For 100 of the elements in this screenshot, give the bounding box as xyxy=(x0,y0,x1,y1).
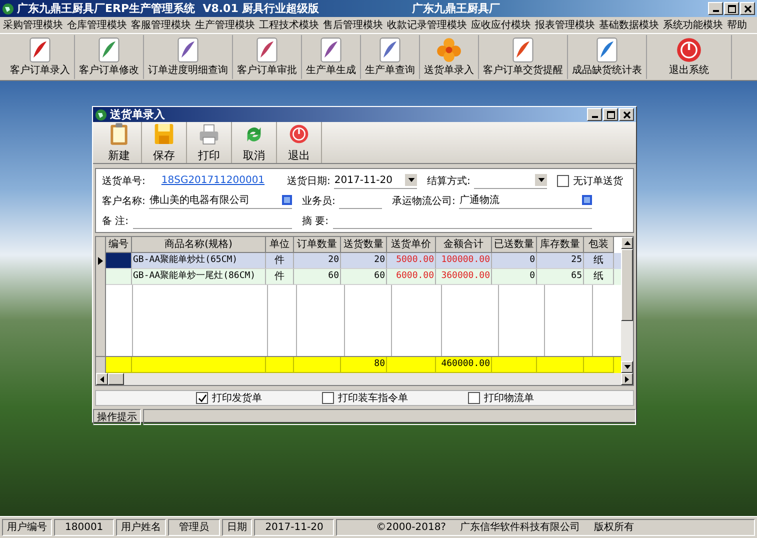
column-header[interactable]: 商品名称(规格) xyxy=(132,237,266,253)
column-header[interactable]: 单位 xyxy=(266,237,294,253)
power-icon xyxy=(289,122,309,146)
close-icon xyxy=(622,110,630,118)
globe-icon xyxy=(95,108,107,120)
down-arrow-icon[interactable] xyxy=(624,365,630,369)
document-icon xyxy=(594,37,620,63)
table-row[interactable]: GB-AA聚能单炒灶(65CM) 件 20 20 5000.00 100000.00 0 25 纸 xyxy=(96,253,621,269)
lookup-field[interactable]: 广通物流 xyxy=(459,192,592,208)
lookup-icon xyxy=(282,195,292,205)
close-button[interactable] xyxy=(740,2,755,15)
menu-item[interactable]: 生产管理模块 xyxy=(195,18,255,32)
table-cell xyxy=(106,269,132,285)
menu-item[interactable]: 售后管理模块 xyxy=(323,18,383,32)
field-label: 承运物流公司: xyxy=(392,194,456,208)
field-label: 送货日期: xyxy=(287,174,330,188)
column-header[interactable]: 订单数量 xyxy=(294,237,341,253)
order-number-link[interactable]: 18SG201711200001 xyxy=(161,175,265,186)
document-icon xyxy=(27,37,53,63)
table-cell: 纸 xyxy=(584,269,614,285)
menu-item[interactable]: 工程技术模块 xyxy=(259,18,319,32)
menu-item[interactable]: 基础数据模块 xyxy=(599,18,659,32)
toolbar-button[interactable]: 退出 xyxy=(277,122,322,163)
table-cell: 0 xyxy=(492,269,537,285)
minimize-icon xyxy=(712,10,718,12)
right-arrow-icon[interactable] xyxy=(625,376,629,382)
minimize-button[interactable] xyxy=(708,2,723,15)
checkbox-label: 打印发货单 xyxy=(212,392,262,405)
toolbar-button[interactable]: 打印 xyxy=(187,122,232,163)
up-arrow-icon[interactable] xyxy=(624,241,630,245)
document-icon xyxy=(318,37,344,63)
status-label: 用户姓名 xyxy=(116,519,166,536)
menu-item[interactable]: 系统功能模块 xyxy=(663,18,723,32)
checkbox-label: 打印物流单 xyxy=(484,392,534,405)
lookup-field[interactable]: 佛山美的电器有限公司 xyxy=(149,192,292,208)
table-cell: 360000.00 xyxy=(436,269,492,285)
hint-label: 操作提示 xyxy=(93,409,141,425)
status-text: 版权所有 xyxy=(594,520,634,535)
document-icon xyxy=(96,37,122,63)
menu-item[interactable]: 帮助 xyxy=(727,18,747,32)
column-header[interactable]: 已送数量 xyxy=(492,237,537,253)
column-header[interactable]: 库存数量 xyxy=(537,237,584,253)
lookup-icon xyxy=(582,195,592,205)
toolbar-button[interactable]: 保存 xyxy=(142,122,187,163)
document-icon xyxy=(377,37,403,63)
left-arrow-icon[interactable] xyxy=(100,376,104,382)
status-text: ©2000-2018? xyxy=(376,521,446,535)
table-cell: GB-AA聚能单炒一尾灶(86CM) xyxy=(132,269,266,285)
window-title: 广东九鼎王厨具厂ERP生产管理系统 V8.01 厨具行业超级版 xyxy=(17,1,320,16)
document-icon xyxy=(254,37,280,63)
minimize-button[interactable] xyxy=(587,108,602,121)
maximize-button[interactable] xyxy=(603,108,618,121)
menu-item[interactable]: 客服管理模块 xyxy=(131,18,191,32)
checkbox[interactable] xyxy=(557,174,569,186)
column-header[interactable]: 包装 xyxy=(584,237,614,253)
checkbox[interactable] xyxy=(196,392,208,404)
vertical-scrollbar[interactable] xyxy=(621,237,633,373)
field-label: 结算方式: xyxy=(427,174,470,188)
table-cell: 65 xyxy=(537,269,584,285)
table-row[interactable]: GB-AA聚能单炒一尾灶(86CM) 件 60 60 6000.00 360000.00 0 65 纸 xyxy=(96,269,621,285)
document-icon xyxy=(510,37,536,63)
dropdown-field[interactable] xyxy=(474,172,547,188)
globe-icon xyxy=(2,2,14,14)
menu-item[interactable]: 仓库管理模块 xyxy=(67,18,127,32)
field-label: 业务员: xyxy=(302,194,336,208)
power-icon xyxy=(676,37,702,63)
status-text: 广东信华软件科技有限公司 xyxy=(460,520,580,535)
dropdown-field[interactable]: 2017-11-20 xyxy=(334,172,417,188)
checkbox-label: 打印装车指令单 xyxy=(338,392,408,405)
minimize-icon xyxy=(592,116,598,118)
company-name: 广东九鼎王厨具厂 xyxy=(412,1,500,16)
table-cell: 6000.00 xyxy=(387,269,436,285)
checkbox-label: 无订单送货 xyxy=(573,174,623,188)
close-button[interactable] xyxy=(619,108,634,121)
toolbar-button[interactable]: 新建 xyxy=(97,122,142,163)
maximize-button[interactable] xyxy=(724,2,739,15)
menu-item[interactable]: 采购管理模块 xyxy=(3,18,63,32)
column-header[interactable]: 送货数量 xyxy=(341,237,387,253)
dialog-title: 送货单录入 xyxy=(110,107,165,122)
checkbox[interactable] xyxy=(322,392,334,404)
close-icon xyxy=(744,4,752,12)
caret-icon xyxy=(538,178,544,182)
maximize-icon xyxy=(728,4,736,12)
field-label: 送货单号: xyxy=(102,174,146,188)
document-icon xyxy=(175,37,201,63)
table-cell: 60 xyxy=(294,269,341,285)
table-cell: 件 xyxy=(266,269,294,285)
table-cell xyxy=(106,253,132,269)
toolbar-button[interactable]: 取消 xyxy=(232,122,277,163)
menu-item[interactable]: 收款记录管理模块 xyxy=(387,18,467,32)
column-header[interactable]: 金额合计 xyxy=(436,237,492,253)
horizontal-scrollbar[interactable] xyxy=(96,373,633,385)
checkbox[interactable] xyxy=(468,392,480,404)
flower-icon xyxy=(436,37,462,63)
menu-item[interactable]: 报表管理模块 xyxy=(535,18,595,32)
menu-item[interactable]: 应收应付模块 xyxy=(471,18,531,32)
maximize-icon xyxy=(606,110,614,118)
status-value: 管理员 xyxy=(168,519,220,536)
column-header[interactable]: 编号 xyxy=(106,237,132,253)
column-header[interactable]: 送货单价 xyxy=(387,237,436,253)
